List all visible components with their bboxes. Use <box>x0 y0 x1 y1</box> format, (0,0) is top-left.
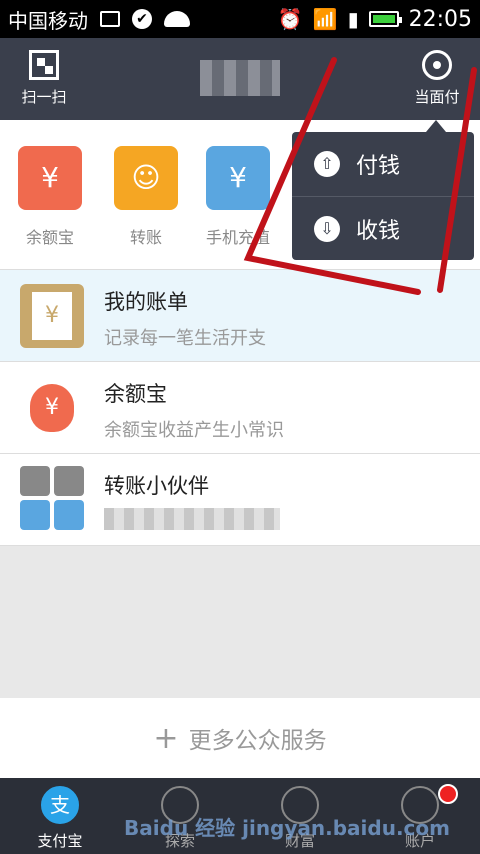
more-services-button[interactable]: + 更多公众服务 <box>0 698 480 778</box>
phone-recharge-icon: ¥ <box>206 146 270 210</box>
transfer-icon: ☺ <box>114 146 178 210</box>
scan-label: 扫一扫 <box>21 88 67 106</box>
service-list: 我的账单 记录每一笔生活开支 余额宝 余额宝收益产生小常识 转账小伙伴 <box>0 270 480 546</box>
money-bag-icon <box>20 376 84 440</box>
list-item-title-text: 转账小伙伴 <box>104 474 209 498</box>
popup-arrow <box>426 120 446 132</box>
menu-item-pay[interactable]: ⇧ 付钱 <box>292 132 474 196</box>
clock: 22:05 <box>408 6 472 32</box>
pay-upload-icon: ⇧ <box>314 151 340 177</box>
list-item-title: 转账小伙伴 <box>104 470 209 500</box>
tab-alipay[interactable]: 支 支付宝 <box>0 778 120 854</box>
signal-icon: ▮ <box>347 7 359 31</box>
qr-scan-icon <box>29 50 59 80</box>
more-services-label: 更多公众服务 <box>188 728 327 754</box>
pay-face-icon <box>422 50 452 80</box>
friend-avatar <box>20 500 50 530</box>
list-item-subtitle-blurred <box>104 508 280 530</box>
list-item-subtitle: 记录每一笔生活开支 <box>104 328 266 349</box>
app-header: 扫一扫 当面付 <box>0 38 480 120</box>
plus-icon: + <box>153 720 179 756</box>
status-bar: 中国移动 ✔ ⏰ 📶 ▮ 22:05 <box>0 0 480 38</box>
pay-face-label: 当面付 <box>414 88 460 106</box>
username-blurred <box>200 60 280 96</box>
friend-avatar <box>54 466 84 496</box>
android-notification-icon <box>164 11 190 27</box>
friends-avatars-icon <box>20 466 84 530</box>
alipay-icon: 支 <box>41 786 79 824</box>
quick-app-recharge[interactable]: ¥ 手机充值 <box>198 146 278 248</box>
menu-item-label: 付钱 <box>356 154 401 179</box>
quick-app-yuebao[interactable]: ¥ 余额宝 <box>10 146 90 248</box>
battery-icon <box>368 11 402 27</box>
image-notification-icon <box>100 11 120 27</box>
tab-label: 支付宝 <box>37 832 83 850</box>
quick-app-label: 余额宝 <box>25 228 74 247</box>
receive-download-icon: ⇩ <box>314 215 340 242</box>
notification-badge <box>438 784 458 804</box>
check-notification-icon: ✔ <box>132 9 152 29</box>
wifi-icon: 📶 <box>312 7 338 31</box>
quick-app-label: 手机充值 <box>205 228 270 247</box>
list-item-yuebao[interactable]: 余额宝 余额宝收益产生小常识 <box>0 362 480 454</box>
baidu-jingyan-watermark: Baidu 经验 jingyan.baidu.com <box>124 816 450 840</box>
scan-button[interactable]: 扫一扫 <box>14 50 74 107</box>
menu-item-receive[interactable]: ⇩ 收钱 <box>292 196 474 260</box>
friend-avatar <box>54 500 84 530</box>
list-item-bill[interactable]: 我的账单 记录每一笔生活开支 <box>0 270 480 362</box>
list-item-title: 余额宝 <box>104 382 167 406</box>
quick-app-label: 转账 <box>129 228 162 247</box>
menu-item-label: 收钱 <box>356 218 401 244</box>
friend-avatar <box>20 466 50 496</box>
battery-level <box>372 15 395 23</box>
bill-icon <box>20 284 84 348</box>
carrier-name: 中国移动 <box>8 8 88 33</box>
quick-app-transfer[interactable]: ☺ 转账 <box>106 146 186 248</box>
list-item-transfer-friends[interactable]: 转账小伙伴 <box>0 454 480 546</box>
list-item-title: 我的账单 <box>104 290 188 314</box>
money-bag-icon: ¥ <box>18 146 82 210</box>
pay-face-button[interactable]: 当面付 <box>406 50 468 107</box>
list-item-subtitle: 余额宝收益产生小常识 <box>104 420 284 441</box>
alarm-icon: ⏰ <box>277 7 303 31</box>
pay-face-popup-menu: ⇧ 付钱 ⇩ 收钱 <box>292 132 474 260</box>
